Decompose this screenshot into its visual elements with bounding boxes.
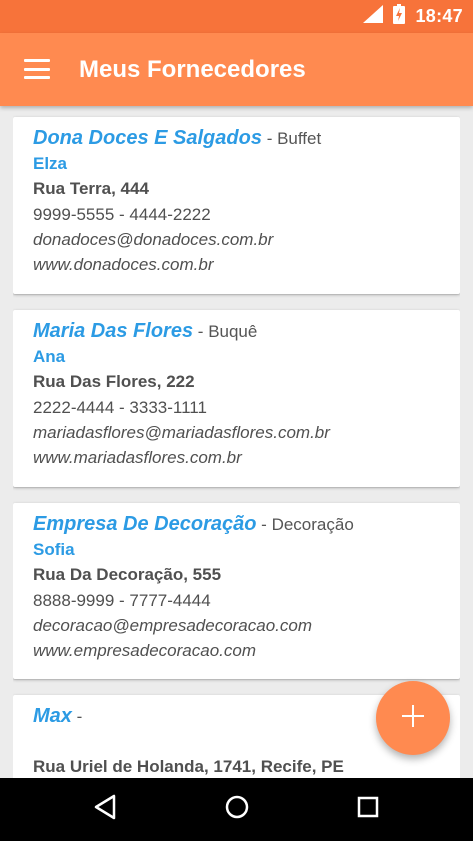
- supplier-address: Rua Das Flores, 222: [33, 372, 195, 391]
- supplier-address: Rua Uriel de Holanda, 1741, Recife, PE: [33, 757, 344, 776]
- supplier-card[interactable]: Maria Das Flores - Buquê Ana Rua Das Flo…: [13, 310, 460, 487]
- supplier-phones: 2222-4444 - 3333-1111: [33, 398, 207, 417]
- menu-icon[interactable]: [24, 59, 50, 79]
- supplier-address: Rua Terra, 444: [33, 179, 149, 198]
- home-icon: [224, 794, 250, 825]
- supplier-category: Decoração: [271, 515, 354, 534]
- back-icon: [93, 794, 117, 825]
- supplier-card[interactable]: Dona Doces E Salgados - Buffet Elza Rua …: [13, 117, 460, 294]
- back-button[interactable]: [90, 794, 120, 824]
- supplier-contact: Ana: [33, 347, 66, 366]
- title-separator: -: [256, 515, 272, 534]
- supplier-address: Rua Da Decoração, 555: [33, 565, 222, 584]
- supplier-name: Empresa De Decoração: [33, 513, 257, 535]
- supplier-title-row: Dona Doces E Salgados - Buffet: [33, 125, 460, 152]
- status-icons: 18:47: [363, 0, 463, 33]
- supplier-name: Max: [33, 705, 72, 727]
- plus-icon: [402, 704, 424, 732]
- navigation-bar: [0, 778, 473, 841]
- recents-button[interactable]: [353, 794, 383, 824]
- title-separator: -: [261, 129, 278, 148]
- supplier-contact: Sofia: [33, 540, 75, 559]
- supplier-title-row: Empresa De Decoração - Decoração: [33, 511, 460, 538]
- page-title: Meus Fornecedores: [79, 56, 306, 83]
- supplier-website: www.empresadecoracao.com: [33, 641, 256, 660]
- supplier-card[interactable]: Empresa De Decoração - Decoração Sofia R…: [13, 503, 460, 679]
- supplier-email: mariadasflores@mariadasflores.com.br: [33, 423, 330, 442]
- supplier-website: www.mariadasflores.com.br: [33, 448, 242, 467]
- add-supplier-button[interactable]: [376, 681, 450, 755]
- supplier-category: Buffet: [277, 129, 322, 148]
- signal-icon: [363, 5, 384, 28]
- home-button[interactable]: [222, 794, 252, 824]
- status-bar: 18:47: [0, 0, 473, 33]
- title-separator: -: [71, 707, 83, 726]
- app-bar: Meus Fornecedores: [0, 33, 473, 106]
- supplier-phones: 9999-5555 - 4444-2222: [33, 205, 211, 224]
- supplier-list[interactable]: Dona Doces E Salgados - Buffet Elza Rua …: [13, 106, 460, 778]
- supplier-contact: Elza: [33, 154, 68, 173]
- status-time: 18:47: [415, 6, 463, 26]
- supplier-name: Maria Das Flores: [33, 320, 194, 342]
- battery-charging-icon: [393, 4, 406, 29]
- supplier-name: Dona Doces E Salgados: [33, 127, 262, 149]
- recents-icon: [356, 795, 380, 824]
- supplier-website: www.donadoces.com.br: [33, 255, 214, 274]
- supplier-email: donadoces@donadoces.com.br: [33, 230, 274, 249]
- supplier-email: decoracao@empresadecoracao.com: [33, 616, 313, 635]
- title-separator: -: [193, 322, 209, 341]
- supplier-category: Buquê: [208, 322, 258, 341]
- supplier-phones: 8888-9999 - 7777-4444: [33, 591, 211, 610]
- supplier-title-row: Maria Das Flores - Buquê: [33, 318, 460, 345]
